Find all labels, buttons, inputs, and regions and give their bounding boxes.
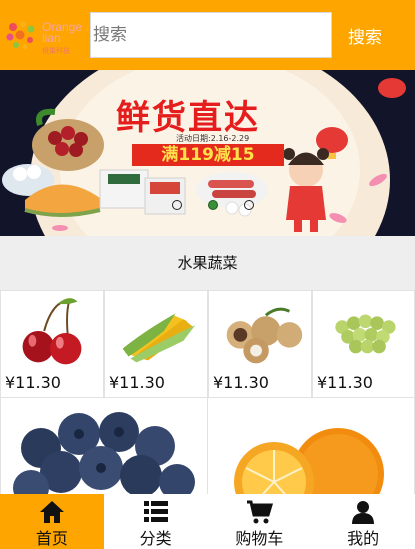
product-card-grapes[interactable]: ¥11.30 (312, 290, 415, 398)
product-card-longan[interactable]: ¥11.30 (208, 290, 312, 398)
logo-mark-icon (6, 21, 35, 50)
bottom-tab-bar: 首页 分类 购物车 我的 (0, 494, 415, 549)
product-card-cherry[interactable]: ¥11.30 (0, 290, 104, 398)
logo-text-2: lian (42, 31, 61, 45)
tab-cart[interactable]: 购物车 (208, 494, 312, 549)
header: Orange lian 橙果科技 搜索 (0, 0, 415, 70)
product-price: ¥11.30 (213, 373, 269, 392)
orange-image (234, 428, 384, 496)
featured-card-blueberry[interactable] (0, 397, 208, 497)
product-card-corn[interactable]: ¥11.30 (104, 290, 208, 398)
cherry-image (22, 298, 82, 365)
longan-image (226, 307, 303, 364)
logo-text-cn: 橙果科技 (42, 48, 70, 55)
grapes-image (335, 314, 396, 354)
featured-grid (0, 397, 415, 497)
page: Orange lian 橙果科技 搜索 搜索 鲜货直达 活动日期:2.16-2.… (0, 0, 415, 549)
banner-promo: 满119减15 (132, 144, 284, 166)
featured-card-orange[interactable] (207, 397, 415, 497)
carousel-dot-1[interactable] (172, 200, 182, 210)
product-grid: ¥11.30 ¥11.30 ¥11.30 ¥11.30 (0, 290, 415, 398)
tab-category[interactable]: 分类 (104, 494, 208, 549)
carousel-dot-2[interactable] (208, 200, 218, 210)
product-price: ¥11.30 (109, 373, 165, 392)
tab-profile[interactable]: 我的 (311, 494, 415, 549)
tab-profile-label: 我的 (347, 529, 380, 548)
logo[interactable]: Orange lian 橙果科技 (4, 12, 86, 58)
banner-title: 鲜货直达 (116, 98, 260, 138)
product-price: ¥11.30 (317, 373, 373, 392)
home-icon (39, 501, 64, 523)
search-input[interactable] (90, 12, 332, 58)
logo-text: Orange lian 橙果科技 (42, 21, 82, 57)
carousel-dots (172, 200, 254, 210)
tab-cart-label: 购物车 (235, 529, 284, 548)
cart-icon (247, 500, 274, 524)
carousel-dot-3[interactable] (244, 200, 254, 210)
tab-home[interactable]: 首页 (0, 494, 104, 549)
promo-banner[interactable]: 鲜货直达 活动日期:2.16-2.29 满119减15 (0, 70, 415, 236)
tab-category-label: 分类 (139, 529, 172, 548)
tab-home-label: 首页 (35, 529, 68, 548)
corn-image (122, 313, 196, 363)
user-icon (352, 501, 375, 524)
product-price: ¥11.30 (5, 373, 61, 392)
banner-date: 活动日期:2.16-2.29 (176, 134, 250, 143)
section-title: 水果蔬菜 (0, 236, 415, 290)
blueberry-image (13, 412, 195, 496)
list-icon (143, 501, 168, 522)
search-button[interactable]: 搜索 (335, 12, 395, 58)
